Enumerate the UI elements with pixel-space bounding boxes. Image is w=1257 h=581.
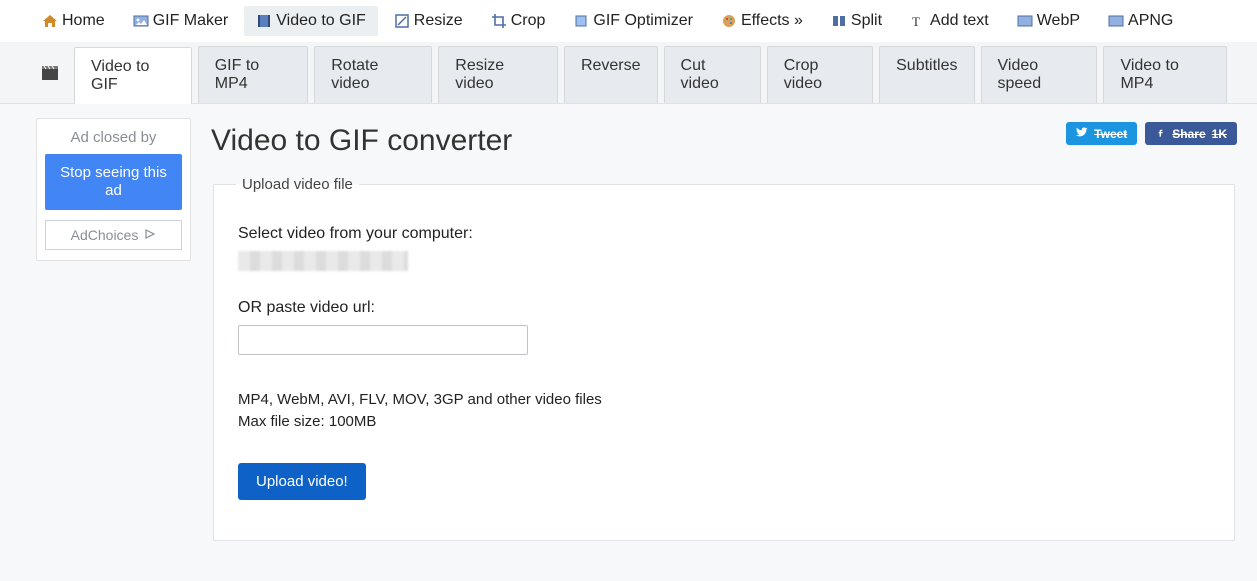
tab-label: Subtitles xyxy=(896,57,957,74)
tab-rotate-video[interactable]: Rotate video xyxy=(314,46,432,103)
nav-label: Crop xyxy=(511,12,546,30)
select-video-label: Select video from your computer: xyxy=(238,225,1210,243)
nav-label: Add text xyxy=(930,12,989,30)
clapperboard-icon xyxy=(40,42,68,103)
text-icon: T xyxy=(910,13,926,29)
tab-label: Video to MP4 xyxy=(1120,57,1178,92)
nav-label: WebP xyxy=(1037,12,1080,30)
format-hint: MP4, WebM, AVI, FLV, MOV, 3GP and other … xyxy=(238,389,1210,433)
tab-label: Crop video xyxy=(784,57,822,92)
film-icon xyxy=(256,13,272,29)
nav-split[interactable]: Split xyxy=(819,6,894,36)
ad-widget: Ad closed by Stop seeing this ad AdChoic… xyxy=(36,118,191,261)
nav-apng[interactable]: APNG xyxy=(1096,6,1185,36)
upload-video-button[interactable]: Upload video! xyxy=(238,463,366,500)
file-input-placeholder[interactable] xyxy=(238,251,408,271)
svg-text:T: T xyxy=(912,14,920,29)
twitter-icon xyxy=(1076,126,1088,141)
upload-panel: Upload video file Select video from your… xyxy=(213,176,1235,541)
tab-label: Video speed xyxy=(998,57,1042,92)
nav-effects[interactable]: Effects » xyxy=(709,6,815,36)
nav-gif-maker[interactable]: GIF Maker xyxy=(121,6,241,36)
tab-reverse[interactable]: Reverse xyxy=(564,46,658,103)
tab-label: Resize video xyxy=(455,57,504,92)
nav-webp[interactable]: WebP xyxy=(1005,6,1092,36)
tab-crop-video[interactable]: Crop video xyxy=(767,46,873,103)
resize-icon xyxy=(394,13,410,29)
adchoices-icon xyxy=(144,227,156,243)
nav-add-text[interactable]: T Add text xyxy=(898,6,1001,36)
nav-resize[interactable]: Resize xyxy=(382,6,475,36)
tab-video-to-mp4[interactable]: Video to MP4 xyxy=(1103,46,1227,103)
split-icon xyxy=(831,13,847,29)
tab-subtitles[interactable]: Subtitles xyxy=(879,46,974,103)
nav-crop[interactable]: Crop xyxy=(479,6,558,36)
ad-closed-label: Ad closed by xyxy=(45,129,182,146)
nav-label: GIF Optimizer xyxy=(593,12,693,30)
top-nav: Home GIF Maker Video to GIF Resize Crop … xyxy=(0,0,1257,36)
sub-nav: Video to GIF GIF to MP4 Rotate video Res… xyxy=(0,42,1257,104)
crop-icon xyxy=(491,13,507,29)
tab-label: Reverse xyxy=(581,57,641,74)
nav-home[interactable]: Home xyxy=(30,6,117,36)
nav-video-to-gif[interactable]: Video to GIF xyxy=(244,6,378,36)
stop-seeing-ad-button[interactable]: Stop seeing this ad xyxy=(45,154,182,210)
image-icon xyxy=(133,13,149,29)
hint-line-maxsize: Max file size: 100MB xyxy=(238,411,1210,433)
hint-line-formats: MP4, WebM, AVI, FLV, MOV, 3GP and other … xyxy=(238,389,1210,411)
tab-resize-video[interactable]: Resize video xyxy=(438,46,558,103)
page-title: Video to GIF converter xyxy=(211,124,512,158)
upload-legend: Upload video file xyxy=(236,176,359,193)
tab-label: Video to GIF xyxy=(91,58,149,93)
title-bar: Video to GIF converter Tweet Share 1K xyxy=(211,118,1237,176)
facebook-share-button[interactable]: Share 1K xyxy=(1145,122,1237,145)
image-icon xyxy=(1108,13,1124,29)
compress-icon xyxy=(573,13,589,29)
nav-gif-optimizer[interactable]: GIF Optimizer xyxy=(561,6,705,36)
main: Ad closed by Stop seeing this ad AdChoic… xyxy=(0,104,1257,581)
video-url-input[interactable] xyxy=(238,325,528,355)
image-icon xyxy=(1017,13,1033,29)
tab-label: Rotate video xyxy=(331,57,378,92)
nav-label: Effects » xyxy=(741,12,803,30)
url-label: OR paste video url: xyxy=(238,299,1210,317)
nav-label: Home xyxy=(62,12,105,30)
social-buttons: Tweet Share 1K xyxy=(1066,122,1237,145)
share-count: 1K xyxy=(1212,127,1227,141)
tab-video-to-gif[interactable]: Video to GIF xyxy=(74,47,192,104)
palette-icon xyxy=(721,13,737,29)
tweet-label: Tweet xyxy=(1094,127,1127,141)
content: Video to GIF converter Tweet Share 1K xyxy=(211,118,1237,541)
nav-label: GIF Maker xyxy=(153,12,229,30)
tweet-button[interactable]: Tweet xyxy=(1066,122,1137,145)
home-icon xyxy=(42,13,58,29)
nav-label: APNG xyxy=(1128,12,1173,30)
nav-label: Split xyxy=(851,12,882,30)
nav-label: Video to GIF xyxy=(276,12,366,30)
nav-label: Resize xyxy=(414,12,463,30)
tab-label: GIF to MP4 xyxy=(215,57,259,92)
tab-label: Cut video xyxy=(681,57,719,92)
adchoices-button[interactable]: AdChoices xyxy=(45,220,182,250)
tab-video-speed[interactable]: Video speed xyxy=(981,46,1098,103)
tab-cut-video[interactable]: Cut video xyxy=(664,46,761,103)
share-label: Share xyxy=(1172,127,1205,141)
facebook-icon xyxy=(1155,127,1166,141)
adchoices-label: AdChoices xyxy=(71,227,139,243)
tab-gif-to-mp4[interactable]: GIF to MP4 xyxy=(198,46,309,103)
